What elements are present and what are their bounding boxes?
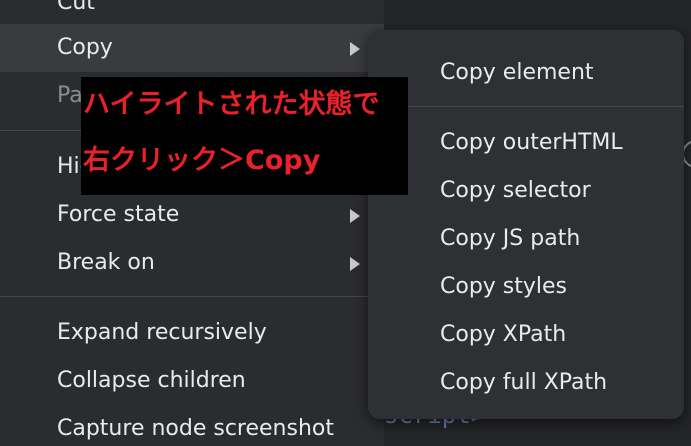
submenu-item-copy-js-path[interactable]: Copy JS path (368, 215, 684, 263)
submenu-item-label: Copy full XPath (440, 370, 608, 395)
menu-item-break-on[interactable]: Break on (0, 239, 384, 287)
submenu-arrow-icon (350, 209, 360, 223)
menu-item-expand-recursively[interactable]: Expand recursively (0, 309, 384, 357)
submenu-item-label: Copy styles (440, 274, 568, 299)
submenu-item-label: Copy selector (440, 178, 591, 203)
submenu-item-label: Copy outerHTML (440, 130, 623, 155)
menu-item-label: Capture node screenshot (57, 416, 334, 441)
menu-item-cut[interactable]: Cut (0, 0, 384, 27)
menu-item-label: Expand recursively (57, 320, 267, 345)
submenu-item-copy-full-xpath[interactable]: Copy full XPath (368, 359, 684, 407)
annotation-line-1: ハイライトされた状態で (83, 89, 380, 120)
submenu-item-label: Copy XPath (440, 322, 567, 347)
menu-item-label: Cut (57, 0, 95, 15)
context-menu: Cut Copy Paste Hide element Force state … (0, 0, 384, 446)
submenu-item-copy-outerhtml[interactable]: Copy outerHTML (368, 119, 684, 167)
menu-item-capture-node-screenshot[interactable]: Capture node screenshot (0, 405, 384, 446)
instruction-annotation: ハイライトされた状態で 右クリック＞Copy (81, 77, 408, 195)
submenu-arrow-icon (350, 42, 360, 56)
menu-item-label: Force state (57, 202, 180, 227)
submenu-item-label: Copy element (440, 60, 594, 85)
devtools-screen: script> Cut Copy Paste Hide element Forc… (0, 0, 691, 446)
submenu-item-copy-xpath[interactable]: Copy XPath (368, 311, 684, 359)
submenu-item-copy-styles[interactable]: Copy styles (368, 263, 684, 311)
copy-submenu: Copy element Copy outerHTML Copy selecto… (368, 30, 684, 419)
submenu-arrow-icon (350, 257, 360, 271)
submenu-item-copy-element[interactable]: Copy element (368, 49, 684, 97)
menu-item-label: Collapse children (57, 368, 246, 393)
submenu-item-label: Copy JS path (440, 226, 581, 251)
submenu-separator (368, 106, 684, 107)
menu-item-collapse-children[interactable]: Collapse children (0, 357, 384, 405)
annotation-line-2: 右クリック＞Copy (83, 145, 321, 176)
menu-item-force-state[interactable]: Force state (0, 191, 384, 239)
submenu-item-copy-selector[interactable]: Copy selector (368, 167, 684, 215)
menu-item-label: Copy (57, 35, 113, 60)
menu-item-label: Break on (57, 250, 155, 275)
menu-separator (0, 296, 384, 297)
menu-item-copy[interactable]: Copy (0, 24, 384, 72)
